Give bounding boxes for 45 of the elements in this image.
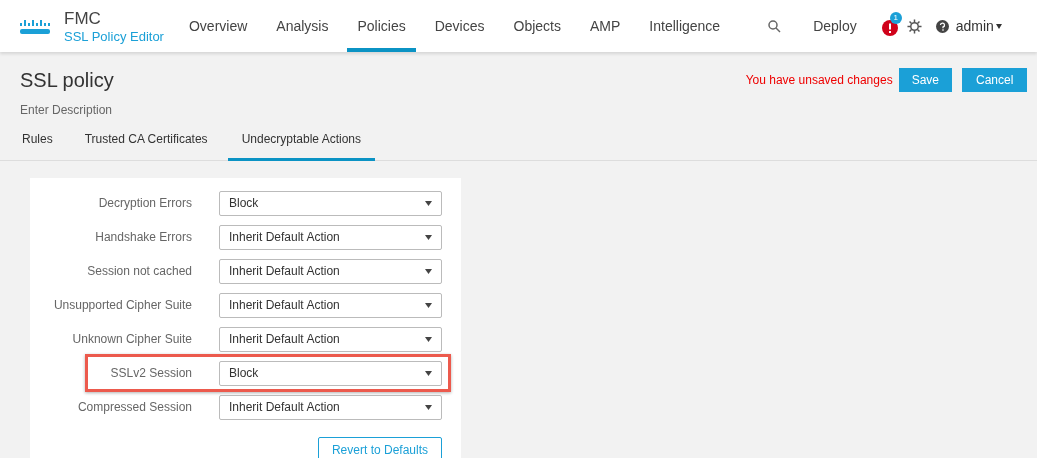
- app-name: FMC: [64, 9, 102, 27]
- tab[interactable]: Rules: [10, 129, 65, 161]
- settings-icon[interactable]: [906, 18, 922, 34]
- field-label: Unsupported Cipher Suite: [52, 297, 192, 314]
- field-label: Compressed Session: [76, 399, 192, 416]
- field-label: Decryption Errors: [97, 195, 192, 212]
- field-label: SSLv2 Session: [109, 365, 192, 382]
- action-dropdown[interactable]: Inherit Default Action: [219, 394, 442, 420]
- help-icon[interactable]: [935, 19, 949, 33]
- field-label: Handshake Errors: [94, 229, 192, 246]
- nav-tab[interactable]: Overview: [178, 0, 258, 52]
- field-label: Unknown Cipher Suite: [71, 331, 192, 348]
- tab[interactable]: Undecryptable Actions: [227, 129, 376, 161]
- field-label: Session not cached: [86, 263, 192, 280]
- nav-tab[interactable]: Objects: [503, 0, 571, 52]
- app-subtitle: SSL Policy Editor: [64, 29, 164, 43]
- deploy-button[interactable]: Deploy: [813, 15, 857, 37]
- caret-icon: [425, 404, 432, 410]
- logo-icon: [20, 19, 51, 35]
- caret-icon: [425, 268, 432, 274]
- action-dropdown[interactable]: Block: [219, 360, 442, 386]
- action-dropdown[interactable]: Inherit Default Action: [219, 292, 442, 318]
- caret-icon: [995, 23, 1002, 29]
- action-dropdown[interactable]: Inherit Default Action: [219, 326, 442, 352]
- alert-icon[interactable]: [881, 20, 898, 36]
- caret-icon: [425, 336, 432, 342]
- nav-tab[interactable]: Policies: [347, 0, 416, 52]
- tab[interactable]: Trusted CA Certificates: [72, 129, 220, 161]
- nav-tab[interactable]: Analysis: [266, 0, 339, 52]
- nav-tab[interactable]: Intelligence: [639, 0, 731, 52]
- caret-icon: [425, 302, 432, 308]
- action-dropdown[interactable]: Inherit Default Action: [219, 224, 442, 250]
- search-icon[interactable]: [768, 19, 782, 33]
- nav-tab[interactable]: Devices: [424, 0, 495, 52]
- user-menu[interactable]: admin: [955, 15, 1002, 37]
- policy-description: Enter Description: [20, 102, 114, 119]
- unsaved-changes-message: You have unsaved changes: [745, 72, 893, 89]
- caret-icon: [425, 370, 432, 376]
- page-title: SSL policy: [20, 68, 114, 92]
- caret-icon: [425, 234, 432, 240]
- action-dropdown[interactable]: Block: [219, 190, 442, 216]
- nav-tab[interactable]: AMP: [579, 0, 631, 52]
- action-dropdown[interactable]: Inherit Default Action: [219, 258, 442, 284]
- notification-badge: 1: [889, 12, 902, 24]
- caret-icon: [425, 200, 432, 206]
